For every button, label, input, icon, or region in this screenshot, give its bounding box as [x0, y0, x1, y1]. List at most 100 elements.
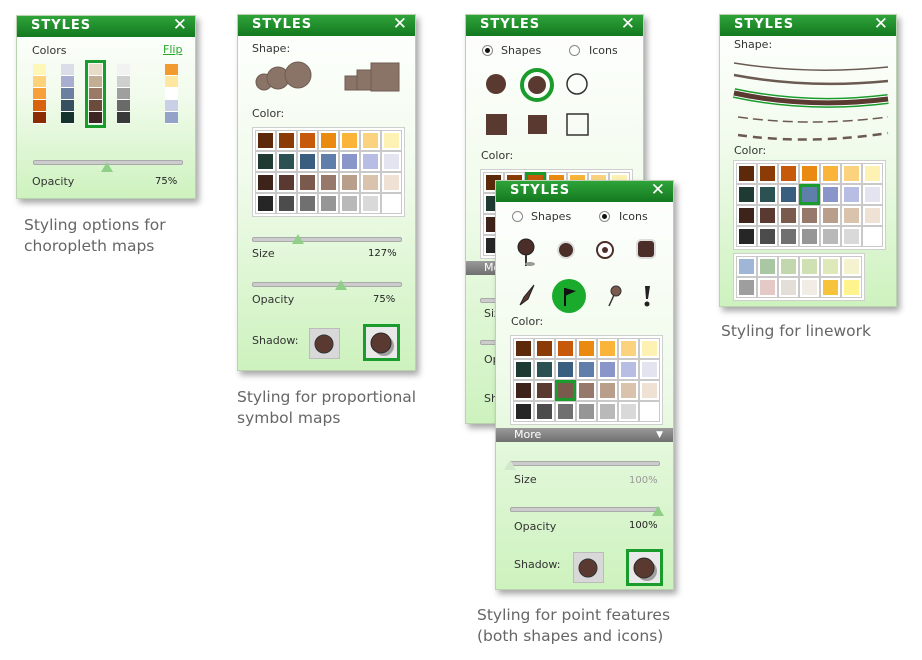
color-swatch[interactable]	[276, 172, 297, 193]
shapes-radio[interactable]	[512, 211, 523, 222]
color-swatch[interactable]	[841, 256, 862, 277]
color-swatch[interactable]	[318, 151, 339, 172]
color-swatch[interactable]	[381, 172, 402, 193]
color-swatch[interactable]	[513, 338, 534, 359]
shadow-on-option[interactable]	[363, 324, 400, 361]
color-swatch[interactable]	[276, 151, 297, 172]
color-swatch[interactable]	[862, 205, 883, 226]
shadow-on-option[interactable]	[626, 549, 663, 586]
color-swatch[interactable]	[799, 256, 820, 277]
color-swatch[interactable]	[841, 184, 862, 205]
color-swatch[interactable]	[736, 205, 757, 226]
color-swatch[interactable]	[820, 184, 841, 205]
color-swatch[interactable]	[820, 256, 841, 277]
color-swatch[interactable]	[255, 151, 276, 172]
color-swatch[interactable]	[597, 401, 618, 422]
color-swatch[interactable]	[736, 226, 757, 247]
color-swatch[interactable]	[757, 256, 778, 277]
color-swatch[interactable]	[778, 277, 799, 298]
color-swatch[interactable]	[318, 172, 339, 193]
close-icon[interactable]: ✕	[874, 14, 889, 34]
icons-radio[interactable]	[569, 45, 580, 56]
shadow-off-option[interactable]	[573, 552, 604, 583]
opacity-slider-track[interactable]	[510, 507, 660, 512]
color-swatch[interactable]	[618, 359, 639, 380]
color-swatch[interactable]	[639, 401, 660, 422]
color-swatch[interactable]	[255, 172, 276, 193]
color-swatch[interactable]	[360, 130, 381, 151]
color-swatch[interactable]	[736, 163, 757, 184]
color-swatch[interactable]	[255, 130, 276, 151]
color-swatch[interactable]	[381, 130, 402, 151]
color-swatch[interactable]	[862, 226, 883, 247]
color-swatch[interactable]	[555, 359, 576, 380]
opacity-slider-track[interactable]	[252, 282, 402, 287]
color-swatch[interactable]	[618, 380, 639, 401]
color-swatch[interactable]	[862, 184, 883, 205]
color-swatch[interactable]	[757, 205, 778, 226]
square-outline-shape-icon[interactable]	[565, 112, 591, 138]
map-pin-icon[interactable]	[603, 284, 625, 310]
color-swatch[interactable]	[534, 359, 555, 380]
color-swatch[interactable]	[736, 184, 757, 205]
color-swatch[interactable]	[862, 163, 883, 184]
circle-outline-shape-icon[interactable]	[563, 70, 591, 98]
color-swatch[interactable]	[799, 205, 820, 226]
color-swatch[interactable]	[841, 277, 862, 298]
color-swatch[interactable]	[381, 193, 402, 214]
icons-radio[interactable]	[599, 211, 610, 222]
color-swatch[interactable]	[381, 151, 402, 172]
color-swatch[interactable]	[639, 338, 660, 359]
color-ramp-option[interactable]	[117, 64, 130, 124]
color-swatch[interactable]	[360, 151, 381, 172]
color-swatch[interactable]	[618, 401, 639, 422]
color-swatch[interactable]	[297, 130, 318, 151]
color-ramp-option[interactable]	[85, 60, 106, 128]
color-swatch[interactable]	[339, 130, 360, 151]
size-slider-thumb[interactable]	[291, 234, 304, 244]
color-swatch[interactable]	[757, 277, 778, 298]
size-slider-thumb[interactable]	[504, 460, 516, 470]
close-icon[interactable]: ✕	[621, 14, 636, 34]
color-swatch[interactable]	[555, 380, 576, 401]
color-swatch[interactable]	[576, 338, 597, 359]
color-swatch[interactable]	[360, 172, 381, 193]
color-swatch[interactable]	[318, 193, 339, 214]
color-swatch[interactable]	[799, 184, 820, 205]
circle-shape-icon[interactable]	[482, 70, 510, 98]
color-swatch[interactable]	[597, 359, 618, 380]
color-swatch[interactable]	[339, 172, 360, 193]
close-icon[interactable]: ✕	[173, 15, 188, 35]
color-swatch[interactable]	[513, 359, 534, 380]
color-ramp-option[interactable]	[165, 64, 178, 124]
color-swatch[interactable]	[757, 184, 778, 205]
color-swatch[interactable]	[276, 193, 297, 214]
color-swatch[interactable]	[576, 401, 597, 422]
color-ramp-option[interactable]	[61, 64, 74, 124]
color-swatch[interactable]	[736, 256, 757, 277]
color-swatch[interactable]	[513, 401, 534, 422]
color-swatch[interactable]	[778, 184, 799, 205]
color-swatch[interactable]	[555, 338, 576, 359]
circle-shape-option-icon[interactable]	[254, 60, 314, 96]
color-swatch[interactable]	[799, 163, 820, 184]
color-swatch[interactable]	[639, 359, 660, 380]
color-swatch[interactable]	[639, 380, 660, 401]
square-small-shape-icon[interactable]	[525, 112, 551, 138]
color-swatch[interactable]	[297, 172, 318, 193]
shapes-radio[interactable]	[482, 45, 493, 56]
color-swatch[interactable]	[778, 226, 799, 247]
color-swatch[interactable]	[820, 205, 841, 226]
thumbtack-icon[interactable]	[516, 282, 538, 308]
color-swatch[interactable]	[297, 193, 318, 214]
color-swatch[interactable]	[799, 277, 820, 298]
square-button-icon[interactable]	[635, 238, 657, 260]
line-style-options[interactable]	[728, 55, 894, 145]
round-button-icon[interactable]	[555, 239, 577, 261]
flip-link[interactable]: Flip	[163, 43, 182, 56]
circle-shape-selected-icon[interactable]	[519, 67, 555, 103]
color-swatch[interactable]	[841, 205, 862, 226]
color-swatch[interactable]	[534, 401, 555, 422]
color-swatch[interactable]	[513, 380, 534, 401]
shadow-off-option[interactable]	[309, 328, 340, 359]
